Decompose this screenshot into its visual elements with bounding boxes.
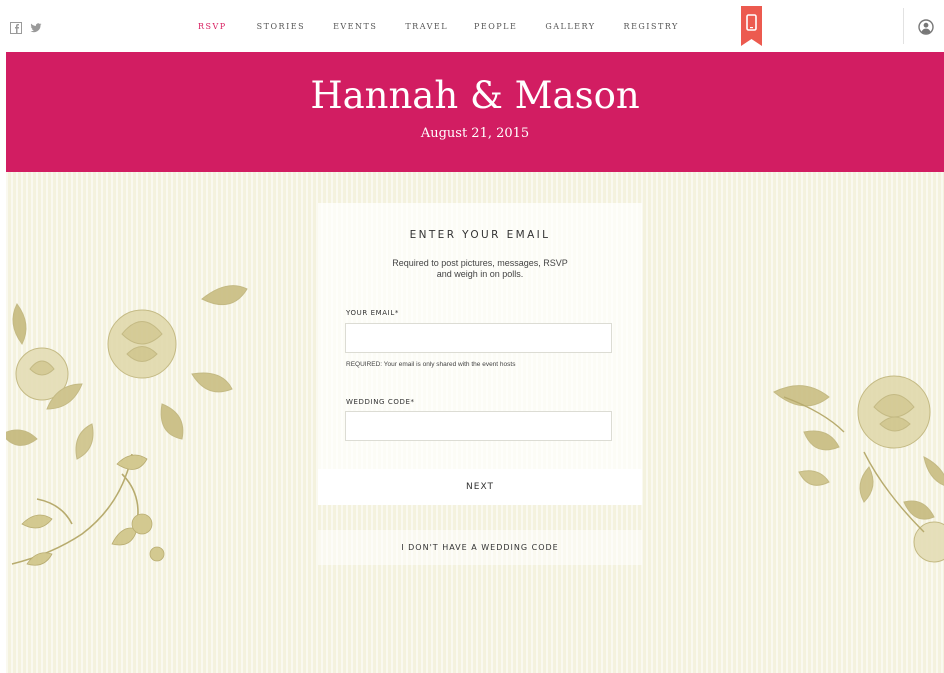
nav-item-gallery[interactable]: GALLERY (545, 22, 595, 31)
nav-item-travel[interactable]: TRAVEL (405, 22, 448, 31)
nav-item-people[interactable]: PEOPLE (474, 22, 517, 31)
form-subtext: Required to post pictures, messages, RSV… (358, 258, 602, 280)
no-wedding-code-button[interactable]: I DON'T HAVE A WEDDING CODE (318, 530, 642, 565)
nav-item-events[interactable]: EVENTS (333, 22, 377, 31)
wedding-code-field-label: WEDDING CODE* (346, 398, 415, 406)
wedding-date: August 21, 2015 (420, 126, 530, 141)
nav-divider (903, 8, 904, 44)
nav-item-stories[interactable]: STORIES (257, 22, 305, 31)
email-field-label: YOUR EMAIL* (346, 309, 399, 317)
next-button[interactable]: NEXT (318, 469, 642, 505)
mobile-phone-icon[interactable] (741, 6, 762, 46)
wedding-code-field[interactable] (345, 411, 612, 441)
nav-item-rsvp[interactable]: RSVP (198, 22, 227, 31)
email-form-card: ENTER YOUR EMAIL Required to post pictur… (318, 203, 642, 469)
header-banner: Hannah & Mason August 21, 2015 (6, 52, 944, 172)
form-subtext-line-2: and weigh in on polls. (436, 269, 524, 279)
floral-decoration-left (6, 285, 248, 566)
nav-item-registry[interactable]: REGISTRY (624, 22, 679, 31)
couple-names-title: Hannah & Mason (310, 74, 640, 117)
user-account-icon[interactable] (918, 19, 934, 35)
twitter-icon[interactable] (30, 22, 42, 34)
form-subtext-line-1: Required to post pictures, messages, RSV… (392, 258, 568, 268)
social-links (10, 22, 42, 34)
main-nav: RSVP STORIES EVENTS TRAVEL PEOPLE GALLER… (198, 22, 705, 31)
email-field-hint: REQUIRED: Your email is only shared with… (346, 361, 516, 368)
form-heading: ENTER YOUR EMAIL (409, 229, 551, 241)
floral-decoration-right (773, 375, 944, 563)
email-field[interactable] (345, 323, 612, 353)
top-navigation-bar: RSVP STORIES EVENTS TRAVEL PEOPLE GALLER… (0, 0, 944, 52)
facebook-icon[interactable] (10, 22, 22, 34)
